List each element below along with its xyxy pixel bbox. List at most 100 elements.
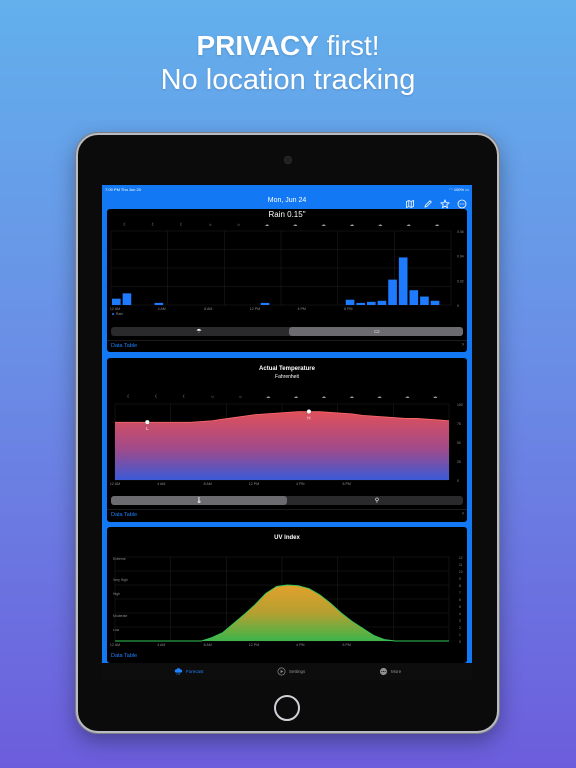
x-tick-label: 12 AM [110, 307, 120, 311]
tab-more[interactable]: More [379, 667, 429, 677]
temp-data-table-label: Data Table [111, 512, 138, 518]
thermometer-icon[interactable]: 🌡 [189, 497, 209, 504]
rain-bar [112, 298, 121, 305]
battery-percent: 100% [453, 187, 465, 192]
hourly-weather-icon: ☁ [321, 222, 326, 227]
hourly-weather-icon: ☾ [180, 222, 184, 227]
hourly-weather-icon: ☁ [406, 222, 411, 227]
tab-forecast[interactable]: Forecast [174, 667, 224, 677]
more-circle-icon [379, 667, 388, 676]
legend-swatch [112, 313, 114, 315]
status-battery: ◠ 100% ▭ [449, 187, 469, 192]
x-tick-label: 12 PM [249, 482, 259, 486]
y-tick-label: 12 [459, 556, 463, 560]
y-tick-label: 2 [459, 626, 461, 630]
pencil-icon[interactable] [423, 196, 433, 208]
x-tick-label: 8 AM [204, 482, 212, 486]
y-tick-label: 0 [457, 479, 459, 483]
temperature-card: Actual Temperature Fahrenheit ☾ ☾ ☾ ☼ ☼ ☁ ☁ ☁ ☁ ☁… [107, 358, 467, 522]
tab-settings[interactable]: Settings [277, 667, 327, 677]
y-tick-label: 0 [459, 640, 461, 644]
y-tick-label: 50 [457, 441, 461, 445]
rain-data-table-row[interactable]: Data Table › [107, 340, 467, 351]
hourly-weather-icon: ☾ [155, 394, 159, 399]
hourly-weather-icon: ☁ [294, 394, 299, 399]
y-tick-label: 4 [459, 612, 461, 616]
hourly-weather-icon: ☁ [435, 222, 440, 227]
rain-card: Rain 0.15" ☾ ☾ ☾ ☼ ☼ ☁ ☁ ☁ ☁ ☁ ☁ ☁ 0.06 0.04 0.02 0 12 A… [107, 209, 467, 352]
hourly-weather-icon: ☾ [183, 394, 187, 399]
temp-data-table-row[interactable]: Data Table › [107, 509, 467, 520]
bar-chart-icon[interactable]: ▭ [367, 328, 387, 335]
map-icon[interactable] [405, 196, 415, 209]
rain-bar [388, 279, 397, 305]
x-tick-label: 8 AM [204, 307, 212, 311]
play-circle-icon [277, 667, 286, 676]
hourly-weather-icon: ☁ [405, 394, 410, 399]
hourly-weather-icon: ☼ [208, 222, 212, 227]
uv-chart: 1211109876543210ExtremeVery HighHighMode… [110, 556, 463, 647]
high-marker-label: H [307, 416, 310, 421]
hourly-weather-icon: ☁ [378, 222, 383, 227]
hourly-weather-icon: ☁ [322, 394, 327, 399]
tab-more-label: More [391, 669, 402, 674]
y-tick-label: 7 [459, 591, 461, 595]
rain-chart: ☾ ☾ ☾ ☼ ☼ ☁ ☁ ☁ ☁ ☁ ☁ ☁ 0.06 0.04 0.02 0 12 AM 4 AM 8 AM 12… [110, 222, 464, 315]
uv-category-label: High [113, 592, 120, 596]
hourly-weather-icon: ☼ [238, 394, 242, 399]
tab-forecast-label: Forecast [186, 669, 204, 674]
headline-rest: first! [318, 30, 380, 61]
hourly-weather-icon: ☾ [127, 394, 131, 399]
y-tick-label: 0 [457, 304, 459, 308]
umbrella-icon[interactable]: ☂ [189, 328, 209, 335]
rain-bar [409, 290, 419, 305]
headline-line-2: No location tracking [160, 64, 416, 96]
hourly-weather-icon: ☁ [350, 222, 355, 227]
high-marker [306, 409, 312, 414]
rain-bar [367, 301, 376, 305]
front-camera [284, 156, 292, 164]
x-tick-label: 8 PM [342, 643, 350, 647]
tab-bar: Forecast Settings More [102, 663, 472, 680]
rain-bar [345, 299, 355, 305]
cloud-rain-icon [174, 668, 183, 675]
y-tick-label: 5 [459, 605, 461, 609]
x-tick-label: 12 PM [250, 307, 260, 311]
y-tick-label: 8 [459, 584, 461, 588]
hourly-weather-icon: ☼ [236, 222, 240, 227]
rain-segmented-control[interactable]: ☂ ▭ [111, 327, 463, 336]
y-tick-label: 10 [459, 570, 463, 574]
y-tick-label: 11 [459, 563, 463, 567]
uv-category-label: Low [113, 628, 120, 632]
rain-bar [430, 300, 440, 305]
app-screen: 7:09 PM Thu Jun 20 ◠ 100% ▭ Mon, Jun 24 … [102, 185, 472, 680]
x-tick-label: 4 PM [296, 643, 304, 647]
uv-category-label: Extreme [113, 557, 126, 561]
x-tick-label: 8 PM [344, 307, 352, 311]
y-tick-label: 0.06 [457, 230, 464, 234]
rain-bar [154, 302, 164, 305]
uv-category-label: Moderate [113, 614, 127, 618]
star-icon[interactable] [440, 196, 450, 209]
forecast-content[interactable]: Rain 0.15" ☾ ☾ ☾ ☼ ☼ ☁ ☁ ☁ ☁ ☁ ☁ ☁ 0.06 0.04 0.02 0 12 A… [102, 209, 472, 663]
more-circle-icon[interactable] [457, 196, 467, 209]
hourly-weather-icon: ☾ [151, 222, 155, 227]
x-tick-label: 4 PM [296, 482, 304, 486]
uv-data-table-row[interactable]: Data Table [107, 651, 467, 661]
rain-bar [356, 302, 365, 305]
x-tick-label: 8 PM [342, 482, 350, 486]
temp-segmented-control[interactable]: 🌡 ⚲ [111, 496, 463, 505]
chevron-right-icon: › [462, 511, 464, 517]
person-icon[interactable]: ⚲ [367, 497, 387, 504]
hourly-weather-icon: ☁ [377, 394, 382, 399]
y-tick-label: 100 [457, 403, 463, 407]
home-button[interactable] [274, 695, 300, 721]
hourly-weather-icon: ☼ [210, 394, 214, 399]
x-tick-label: 12 PM [249, 643, 259, 647]
x-tick-label: 12 AM [110, 643, 120, 647]
headline-bold: PRIVACY [196, 30, 319, 61]
hourly-weather-icon: ☾ [123, 222, 127, 227]
nav-title[interactable]: Mon, Jun 24 [102, 197, 472, 204]
y-tick-label: 0.04 [457, 255, 464, 259]
y-tick-label: 0.02 [457, 279, 464, 283]
